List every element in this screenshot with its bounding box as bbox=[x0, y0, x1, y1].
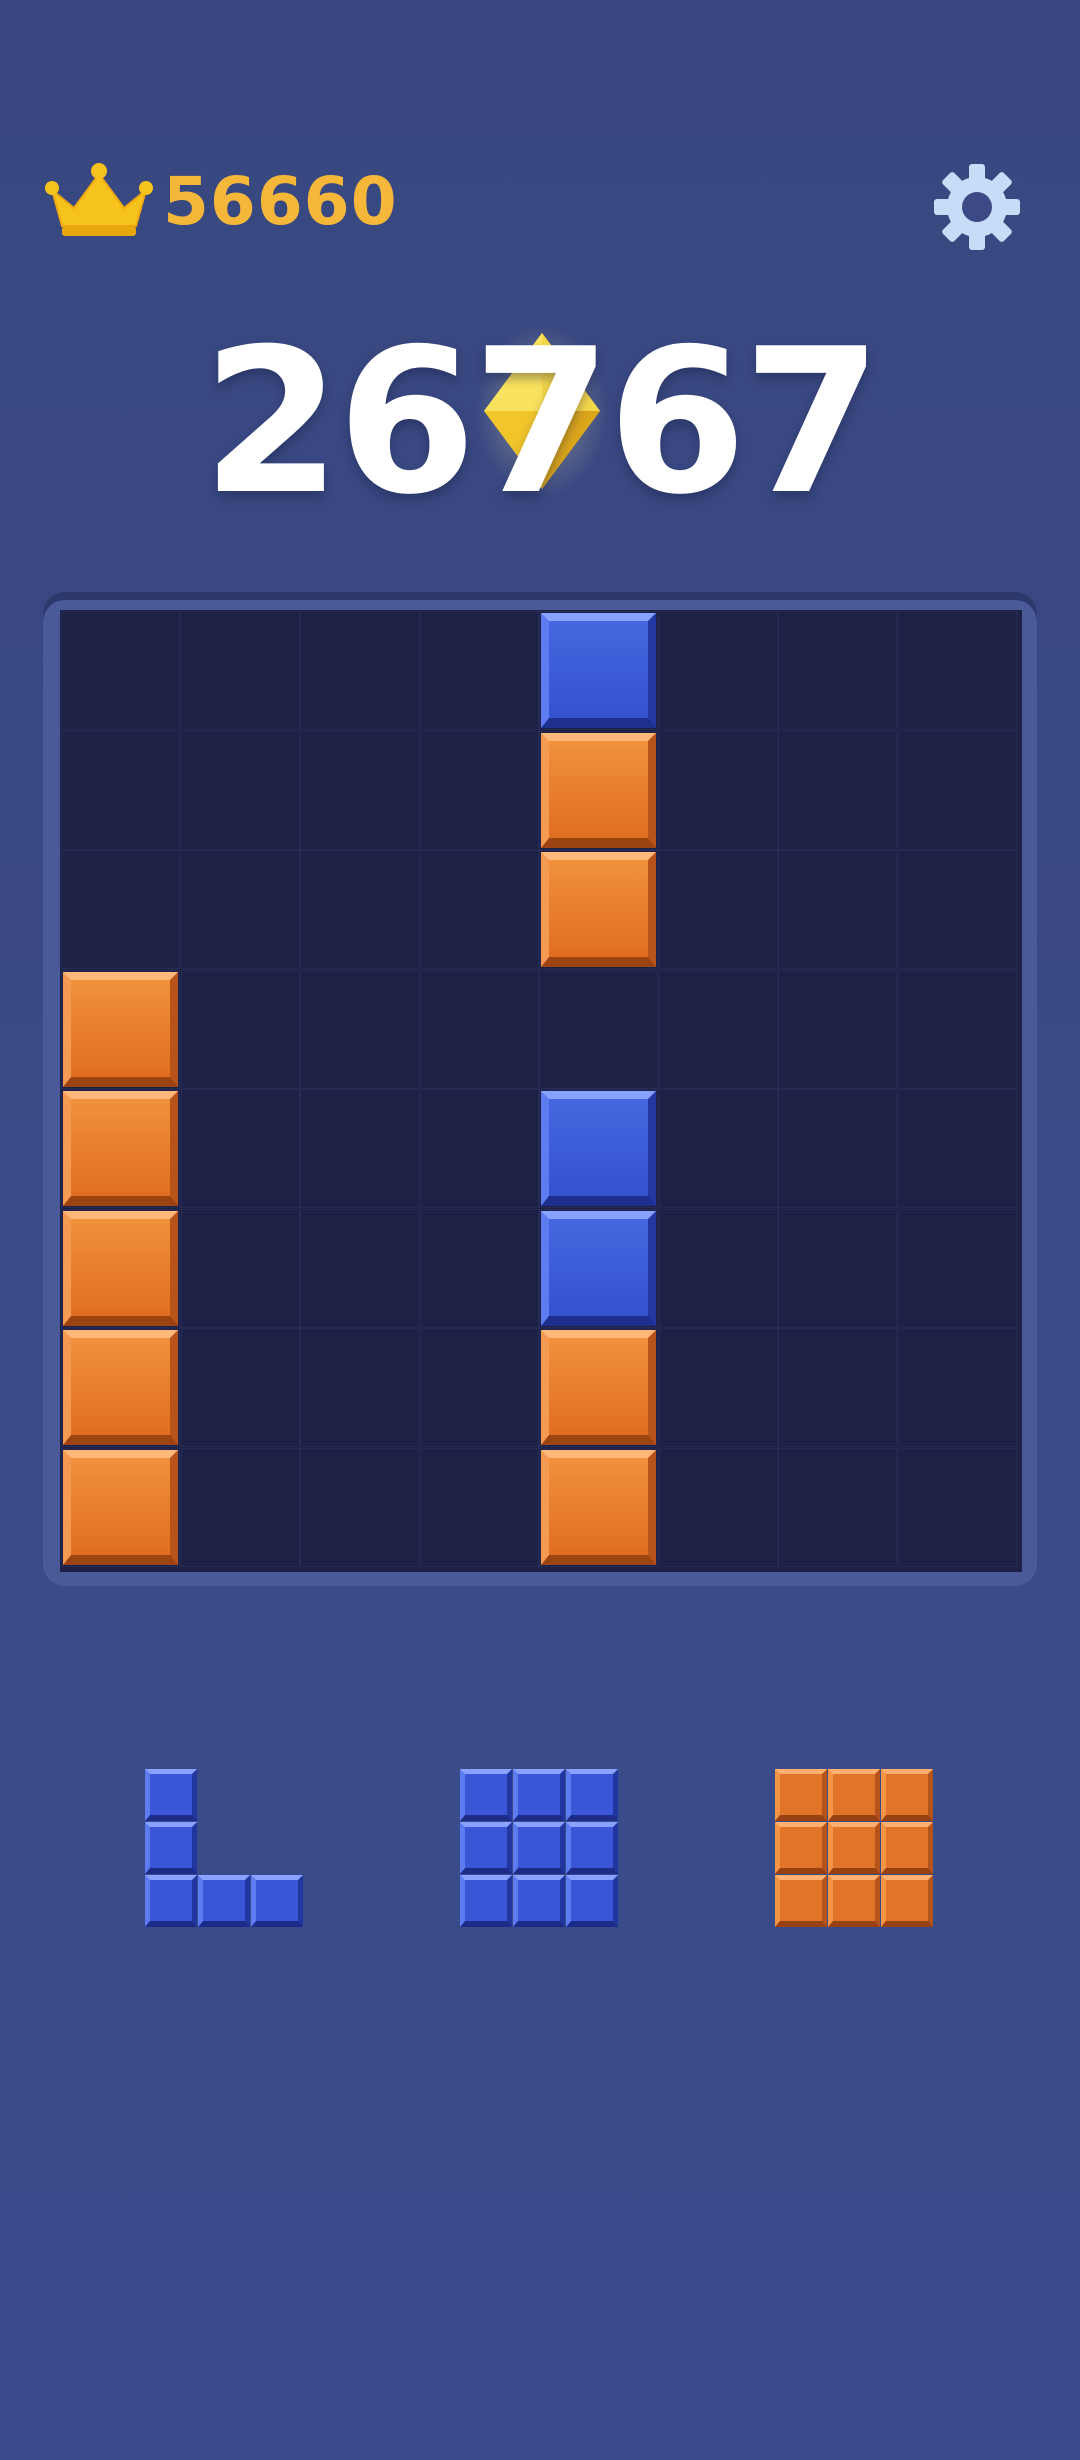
board-cell[interactable] bbox=[898, 731, 1017, 850]
board-cell[interactable] bbox=[61, 850, 180, 969]
piece-block bbox=[460, 1875, 512, 1927]
board-cell[interactable] bbox=[778, 611, 897, 730]
board-cell[interactable] bbox=[181, 850, 300, 969]
piece-block bbox=[513, 1769, 565, 1821]
blue-block bbox=[541, 1210, 656, 1326]
orange-block bbox=[541, 1330, 656, 1445]
board-cell[interactable] bbox=[181, 970, 300, 1089]
board-cell[interactable] bbox=[778, 731, 897, 850]
piece-block bbox=[828, 1769, 880, 1821]
piece-block bbox=[566, 1875, 618, 1927]
board-cell[interactable] bbox=[898, 850, 1017, 969]
board-cell[interactable] bbox=[420, 850, 539, 969]
board-cell[interactable] bbox=[778, 970, 897, 1089]
board-cell[interactable] bbox=[300, 1089, 419, 1208]
piece-block bbox=[145, 1769, 197, 1821]
board-cell[interactable] bbox=[420, 731, 539, 850]
game-board[interactable] bbox=[60, 610, 1022, 1572]
board-cell[interactable] bbox=[778, 1448, 897, 1567]
piece-block bbox=[775, 1822, 827, 1874]
top-bar: 56660 bbox=[0, 0, 1080, 300]
board-cell[interactable] bbox=[898, 611, 1017, 730]
board-cell[interactable] bbox=[898, 1448, 1017, 1567]
board-cell[interactable] bbox=[420, 611, 539, 730]
board-cell[interactable] bbox=[181, 731, 300, 850]
piece-block bbox=[775, 1875, 827, 1927]
board-cell[interactable] bbox=[659, 970, 778, 1089]
board-cell[interactable] bbox=[181, 1209, 300, 1328]
gear-icon[interactable] bbox=[932, 162, 1022, 252]
board-cell[interactable] bbox=[420, 1209, 539, 1328]
board-cell[interactable] bbox=[181, 1328, 300, 1447]
board-cell[interactable] bbox=[778, 850, 897, 969]
current-score: 26767 bbox=[202, 306, 882, 539]
board-cell[interactable] bbox=[659, 850, 778, 969]
board-cell[interactable] bbox=[778, 1089, 897, 1208]
board-cell[interactable] bbox=[778, 1209, 897, 1328]
board-cell[interactable] bbox=[898, 1328, 1017, 1447]
board-cell[interactable] bbox=[181, 1089, 300, 1208]
piece-block bbox=[145, 1875, 197, 1927]
piece-block bbox=[881, 1769, 933, 1821]
board-cell[interactable] bbox=[300, 1209, 419, 1328]
orange-block bbox=[63, 971, 178, 1087]
board-cell[interactable] bbox=[300, 731, 419, 850]
piece-block bbox=[566, 1769, 618, 1821]
piece-block bbox=[145, 1822, 197, 1874]
piece-block bbox=[198, 1875, 250, 1927]
board-cell[interactable] bbox=[420, 1328, 539, 1447]
board-cell[interactable] bbox=[659, 1328, 778, 1447]
piece-block bbox=[566, 1822, 618, 1874]
orange-block bbox=[541, 852, 656, 967]
board-cell[interactable] bbox=[181, 611, 300, 730]
board-cell[interactable] bbox=[300, 611, 419, 730]
board-cell[interactable] bbox=[420, 1089, 539, 1208]
piece-block bbox=[881, 1875, 933, 1927]
board-cell[interactable] bbox=[300, 1328, 419, 1447]
orange-block bbox=[541, 1449, 656, 1565]
board-cell[interactable] bbox=[61, 611, 180, 730]
piece-block bbox=[460, 1769, 512, 1821]
board-cell[interactable] bbox=[300, 850, 419, 969]
piece-block bbox=[828, 1822, 880, 1874]
board-cell[interactable] bbox=[898, 1209, 1017, 1328]
piece-tray bbox=[0, 1740, 1080, 1960]
blue-block bbox=[541, 613, 656, 728]
piece-block bbox=[513, 1822, 565, 1874]
piece-block bbox=[513, 1875, 565, 1927]
board-cell[interactable] bbox=[659, 1209, 778, 1328]
orange-block bbox=[63, 1091, 178, 1206]
orange-block bbox=[541, 732, 656, 848]
board-cell[interactable] bbox=[898, 1089, 1017, 1208]
board-cell[interactable] bbox=[181, 1448, 300, 1567]
board-cell[interactable] bbox=[539, 970, 658, 1089]
piece-block bbox=[828, 1875, 880, 1927]
board-cell[interactable] bbox=[420, 1448, 539, 1567]
piece-block bbox=[251, 1875, 303, 1927]
orange-block bbox=[63, 1210, 178, 1326]
piece-block bbox=[881, 1822, 933, 1874]
piece-block bbox=[460, 1822, 512, 1874]
board-cell[interactable] bbox=[300, 970, 419, 1089]
board-cell[interactable] bbox=[420, 970, 539, 1089]
board-cell[interactable] bbox=[898, 970, 1017, 1089]
blue-block bbox=[541, 1091, 656, 1206]
board-cell[interactable] bbox=[61, 731, 180, 850]
orange-block bbox=[63, 1330, 178, 1445]
orange-block bbox=[63, 1449, 178, 1565]
board-cell[interactable] bbox=[659, 1448, 778, 1567]
board-cell[interactable] bbox=[659, 731, 778, 850]
board-cell[interactable] bbox=[300, 1448, 419, 1567]
board-cell[interactable] bbox=[778, 1328, 897, 1447]
best-score: 56660 bbox=[163, 163, 398, 240]
board-cell[interactable] bbox=[659, 611, 778, 730]
board-cell[interactable] bbox=[659, 1089, 778, 1208]
crown-icon bbox=[45, 163, 153, 236]
piece-block bbox=[775, 1769, 827, 1821]
